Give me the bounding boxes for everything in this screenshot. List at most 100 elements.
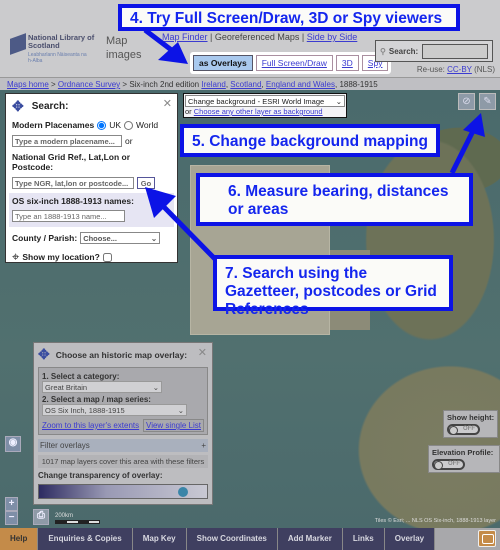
ngr-label: National Grid Ref., Lat,Lon or Postcode:: [12, 152, 131, 172]
tab-overlay[interactable]: Overlay: [384, 528, 436, 550]
background-chooser: Change background - ESRI World Image ⌄ or…: [183, 93, 347, 118]
background-select[interactable]: Change background - ESRI World Image ⌄: [185, 95, 345, 107]
tab-help[interactable]: Help: [0, 528, 39, 550]
elevation-panel: Elevation Profile: OFF: [428, 445, 500, 473]
tab-map-key[interactable]: Map Key: [132, 528, 187, 550]
reuse-suffix: (NLS): [474, 65, 495, 74]
series-value: OS Six Inch, 1888-1915: [45, 406, 125, 415]
tab-3d[interactable]: 3D: [335, 55, 359, 71]
zoom-in-button[interactable]: +: [5, 497, 18, 511]
print-icon[interactable]: ⎙: [33, 509, 49, 525]
site-search-input[interactable]: [422, 43, 488, 59]
callout-4: 4. Try Full Screen/Draw, 3D or Spy viewe…: [118, 4, 460, 31]
chat-icon[interactable]: [478, 530, 496, 547]
crumb-dates: 1888-1915: [339, 80, 378, 89]
series-label: 2. Select a map / map series:: [42, 395, 151, 404]
pencil-icon[interactable]: ✎: [479, 93, 496, 110]
county-select[interactable]: Choose... ⌄: [80, 232, 161, 244]
move-icon[interactable]: ✥: [12, 98, 24, 115]
tab-show-coordinates[interactable]: Show Coordinates: [186, 528, 278, 550]
overlay-panel: ✕ ✥ Choose an historic map overlay: 1. Se…: [33, 342, 213, 505]
crumb-england-wales[interactable]: England and Wales: [266, 80, 335, 89]
radio-world[interactable]: [124, 120, 134, 130]
zoom-extents-link[interactable]: Zoom to this layer's extents: [42, 421, 139, 430]
show-height-toggle[interactable]: OFF: [447, 424, 480, 435]
view-list-link[interactable]: View single List: [143, 419, 204, 432]
crumb-ordnance-survey[interactable]: Ordnance Survey: [58, 80, 120, 89]
ngr-input[interactable]: Type NGR, lat,lon or postcode...: [12, 177, 134, 189]
nav-map-finder[interactable]: Map Finder: [162, 32, 208, 42]
tab-links[interactable]: Links: [342, 528, 385, 550]
filter-overlays[interactable]: Filter overlays +: [38, 439, 208, 452]
location-label: Show my location?: [22, 252, 100, 262]
crumb-maps-home[interactable]: Maps home: [7, 80, 49, 89]
other-background-link[interactable]: Choose any other layer as background: [194, 107, 323, 116]
close-icon[interactable]: ✕: [198, 346, 207, 359]
or-label: or: [185, 107, 192, 116]
elevation-label: Elevation Profile:: [432, 448, 494, 457]
crosshair-icon: ⌖: [12, 249, 20, 264]
go-button[interactable]: Go: [137, 177, 155, 189]
county-value: Choose...: [83, 234, 117, 243]
slider-handle[interactable]: [178, 487, 189, 497]
tab-overlays[interactable]: as Overlays: [193, 55, 253, 71]
top-nav: Map Finder | Georeferenced Maps | Side b…: [162, 32, 358, 42]
nls-logo[interactable]: National Library of Scotland Leabharlann…: [10, 32, 94, 68]
bottom-toolbar: Help Enquiries & Copies Map Key Show Coo…: [0, 528, 500, 550]
os-names-input[interactable]: Type an 1888-1913 name...: [12, 210, 125, 222]
eye-icon[interactable]: ◉: [5, 436, 21, 452]
measure-icon[interactable]: ⊘: [458, 93, 475, 110]
county-label: County / Parish:: [12, 233, 78, 243]
series-select[interactable]: OS Six Inch, 1888-1915 ⌄: [42, 404, 187, 416]
radio-uk[interactable]: [97, 120, 107, 130]
callout-7: 7. Search using the Gazetteer, postcodes…: [213, 255, 453, 318]
category-select[interactable]: Great Britain ⌄: [42, 381, 162, 393]
attribution: Tiles © Esri; ... NLS OS Six-inch, 1888-…: [374, 518, 496, 524]
search-icon: ⚲: [380, 46, 386, 56]
breadcrumb: Maps home > Ordnance Survey > Six-inch 2…: [0, 77, 500, 90]
scale-graphic: [55, 520, 100, 524]
filter-label: Filter overlays: [40, 441, 90, 450]
transparency-slider[interactable]: [38, 484, 208, 499]
show-location-checkbox[interactable]: [102, 252, 112, 262]
uk-label: UK: [109, 120, 122, 130]
or-label: or: [125, 136, 133, 146]
crumb-current: Six-inch 2nd edition: [129, 80, 200, 89]
nav-side-by-side[interactable]: Side by Side: [307, 32, 358, 42]
search-title: Search:: [31, 101, 69, 112]
logo-gaelic: Leabharlann Nàiseanta na h-Alba: [28, 52, 87, 64]
move-icon[interactable]: ✥: [38, 346, 50, 363]
modern-placename-input[interactable]: Type a modern placename...: [12, 135, 122, 147]
scale-label: 200km: [55, 513, 74, 519]
transparency-label: Change transparency of overlay:: [38, 471, 163, 480]
nav-georeferenced: Georeferenced Maps: [214, 32, 300, 42]
category-value: Great Britain: [45, 383, 88, 392]
search-label: Search:: [388, 46, 419, 56]
callout-6: 6. Measure bearing, distances or areas: [196, 173, 473, 226]
layer-count: 1017 map layers cover this area with the…: [38, 455, 208, 468]
show-height-panel: Show height: OFF: [443, 410, 499, 438]
chevron-down-icon: ⌄: [150, 234, 158, 243]
crumb-scotland[interactable]: Scotland: [230, 80, 261, 89]
search-panel: ✕ ✥ Search: Modern Placenames UK World Ty…: [5, 93, 178, 264]
reuse: Re-use: CC-BY (NLS): [417, 65, 495, 74]
section-title: Map images: [106, 35, 142, 61]
tab-full-screen[interactable]: Full Screen/Draw: [255, 55, 333, 71]
cc-by-link[interactable]: CC-BY: [447, 65, 472, 74]
elevation-toggle[interactable]: OFF: [432, 459, 465, 470]
background-value: Change background - ESRI World Image: [188, 97, 325, 106]
site-search: ⚲ Search:: [375, 40, 493, 62]
tab-enquiries[interactable]: Enquiries & Copies: [38, 528, 133, 550]
chevron-down-icon: ⌄: [335, 97, 342, 106]
os-names-section: OS six-inch 1888-1913 names: Type an 188…: [9, 193, 174, 227]
callout-5: 5. Change background mapping: [180, 124, 440, 157]
zoom-out-button[interactable]: −: [5, 511, 18, 525]
viewer-tabs: as Overlays Full Screen/Draw 3D Spy: [190, 52, 392, 74]
show-height-label: Show height:: [447, 413, 495, 422]
reuse-label: Re-use:: [416, 65, 445, 74]
tab-add-marker[interactable]: Add Marker: [277, 528, 343, 550]
crumb-ireland[interactable]: Ireland: [201, 80, 225, 89]
logo-text: National Library of Scotland: [28, 33, 95, 50]
overlay-selectors: 1. Select a category: Great Britain ⌄ 2. …: [38, 367, 208, 435]
close-icon[interactable]: ✕: [163, 97, 172, 110]
